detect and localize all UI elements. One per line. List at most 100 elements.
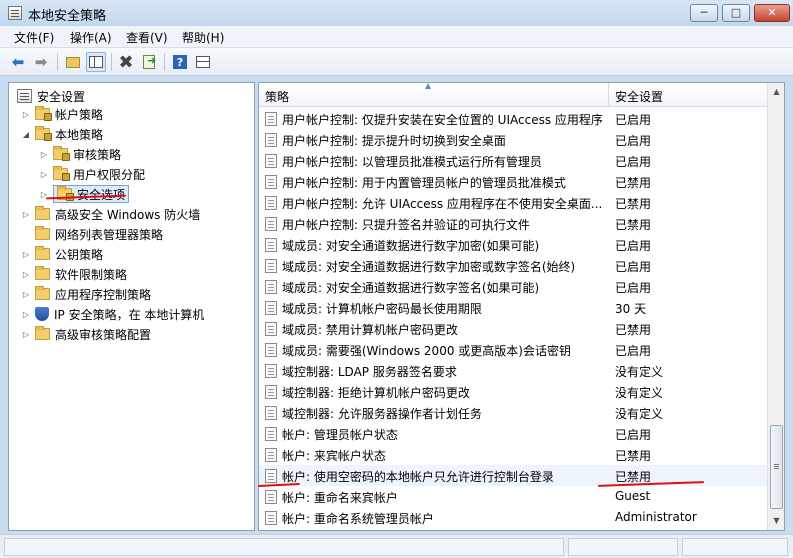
export-list-icon[interactable] xyxy=(139,52,159,72)
tree-item-label: 应用程序控制策略 xyxy=(55,287,152,302)
table-row[interactable]: 用户帐户控制: 以管理员批准模式运行所有管理员 已启用 xyxy=(259,150,767,171)
list-header: ▲ 策略 安全设置 xyxy=(259,81,767,107)
maximize-button[interactable]: □ xyxy=(722,4,750,22)
folder-icon xyxy=(35,206,50,220)
policy-name: 域成员: 计算机帐户密码最长使用期限 xyxy=(282,302,482,316)
menu-view[interactable]: 查看(V) xyxy=(126,29,168,46)
expand-arrow-icon[interactable]: ▷ xyxy=(21,270,31,279)
folder-icon xyxy=(35,246,50,260)
folder-icon xyxy=(35,326,50,340)
tree-item-user-rights[interactable]: ▷ 用户权限分配 xyxy=(39,164,145,184)
table-row[interactable]: 域控制器: 允许服务器操作者计划任务 没有定义 xyxy=(259,402,767,423)
table-row[interactable]: 用户帐户控制: 提示提升时切换到安全桌面 已启用 xyxy=(259,129,767,150)
show-hide-tree-icon[interactable] xyxy=(86,52,106,72)
column-header-setting[interactable]: 安全设置 xyxy=(615,88,663,105)
policy-icon xyxy=(265,427,277,441)
expand-arrow-icon[interactable]: ▷ xyxy=(39,170,49,179)
table-row[interactable]: 域控制器: 拒绝计算机帐户密码更改 没有定义 xyxy=(259,381,767,402)
table-row[interactable]: 域成员: 禁用计算机帐户密码更改 已禁用 xyxy=(259,318,767,339)
menu-file[interactable]: 文件(F) xyxy=(14,29,54,46)
tree-item-ip-security[interactable]: ▷ IP 安全策略，在 本地计算机 xyxy=(21,304,204,324)
table-row[interactable]: 用户帐户控制: 仅提升安装在安全位置的 UIAccess 应用程序 已启用 xyxy=(259,108,767,129)
collapse-arrow-icon[interactable]: ◢ xyxy=(21,130,31,139)
toolbar: ⬅ ➡ ✖ ? xyxy=(0,48,793,76)
up-folder-icon[interactable] xyxy=(63,52,83,72)
expand-arrow-icon[interactable]: ▷ xyxy=(21,330,31,339)
table-row[interactable]: 域成员: 需要强(Windows 2000 或更高版本)会话密钥 已启用 xyxy=(259,339,767,360)
expand-arrow-icon[interactable]: ▷ xyxy=(21,310,31,319)
table-row[interactable]: 域成员: 对安全通道数据进行数字加密(如果可能) 已启用 xyxy=(259,234,767,255)
tree-item-network-list[interactable]: 网络列表管理器策略 xyxy=(21,224,163,244)
folder-icon xyxy=(53,166,70,181)
policy-icon xyxy=(265,196,277,210)
menu-help[interactable]: 帮助(H) xyxy=(182,29,224,46)
shield-icon xyxy=(35,307,49,321)
forward-arrow-icon[interactable]: ➡ xyxy=(31,52,51,72)
table-row[interactable]: 用户帐户控制: 允许 UIAccess 应用程序在不使用安全桌面... 已禁用 xyxy=(259,192,767,213)
tree-item-app-control[interactable]: ▷ 应用程序控制策略 xyxy=(21,284,151,304)
expand-arrow-icon[interactable]: ▷ xyxy=(21,290,31,299)
tree-item-account-policies[interactable]: ▷ 帐户策略 xyxy=(21,104,103,124)
tree-item-firewall[interactable]: ▷ 高级安全 Windows 防火墙 xyxy=(21,204,200,224)
policy-icon xyxy=(265,490,277,504)
tree-item-label: 公钥策略 xyxy=(55,247,104,262)
table-row[interactable]: 域成员: 对安全通道数据进行数字签名(如果可能) 已启用 xyxy=(259,276,767,297)
tree-item-public-key[interactable]: ▷ 公钥策略 xyxy=(21,244,103,264)
title-bar[interactable]: 本地安全策略 ─ □ ✕ xyxy=(0,0,793,26)
table-row[interactable]: 域成员: 对安全通道数据进行数字加密或数字签名(始终) 已启用 xyxy=(259,255,767,276)
tree-item-label: IP 安全策略，在 本地计算机 xyxy=(54,307,205,322)
policy-name: 域控制器: 拒绝计算机帐户密码更改 xyxy=(282,386,470,400)
policy-icon xyxy=(265,469,277,483)
policy-icon xyxy=(265,133,277,147)
scroll-down-icon[interactable]: ▼ xyxy=(769,513,784,529)
table-row[interactable]: 域控制器: LDAP 服务器签名要求 没有定义 xyxy=(259,360,767,381)
tree-item-advanced-audit[interactable]: ▷ 高级审核策略配置 xyxy=(21,324,151,344)
back-arrow-icon[interactable]: ⬅ xyxy=(8,52,28,72)
scroll-thumb[interactable] xyxy=(770,425,783,509)
properties-pane-icon[interactable] xyxy=(193,52,213,72)
delete-icon[interactable]: ✖ xyxy=(116,52,136,73)
table-row[interactable]: 域成员: 计算机帐户密码最长使用期限 30 天 xyxy=(259,297,767,318)
policy-icon xyxy=(265,511,277,525)
minimize-button[interactable]: ─ xyxy=(690,4,718,22)
table-row[interactable]: 用户帐户控制: 只提升签名并验证的可执行文件 已禁用 xyxy=(259,213,767,234)
expand-arrow-icon[interactable]: ▷ xyxy=(39,150,49,159)
policy-name: 用户帐户控制: 仅提升安装在安全位置的 UIAccess 应用程序 xyxy=(282,113,603,127)
close-button[interactable]: ✕ xyxy=(754,4,790,22)
tree-item-software-restriction[interactable]: ▷ 软件限制策略 xyxy=(21,264,127,284)
policy-icon xyxy=(265,217,277,231)
app-icon[interactable] xyxy=(8,6,22,20)
policy-name: 帐户: 使用空密码的本地帐户只允许进行控制台登录 xyxy=(282,470,554,484)
scroll-up-icon[interactable]: ▲ xyxy=(769,84,784,100)
policy-setting: 已启用 xyxy=(615,260,652,274)
policy-list-pane[interactable]: ▲ 策略 安全设置 用户帐户控制: 仅提升安装在安全位置的 UIAccess 应… xyxy=(258,81,785,531)
vertical-scrollbar[interactable]: ▲ ▼ xyxy=(767,83,784,530)
policy-setting: 已禁用 xyxy=(615,323,652,337)
help-icon[interactable]: ? xyxy=(170,52,190,72)
tree-item-audit-policy[interactable]: ▷ 审核策略 xyxy=(39,144,121,164)
tree-item-security-settings[interactable]: 安全设置 xyxy=(17,86,85,106)
tree-item-label: 安全设置 xyxy=(37,89,86,104)
table-row[interactable]: 帐户: 重命名系统管理员帐户 Administrator xyxy=(259,507,767,528)
table-row[interactable]: 用户帐户控制: 用于内置管理员帐户的管理员批准模式 已禁用 xyxy=(259,171,767,192)
expand-arrow-icon[interactable]: ▷ xyxy=(21,210,31,219)
table-row[interactable]: 帐户: 管理员帐户状态 已启用 xyxy=(259,423,767,444)
security-settings-icon xyxy=(17,89,32,103)
policy-setting: 已启用 xyxy=(615,134,652,148)
column-header-policy[interactable]: 策略 xyxy=(265,88,289,105)
policy-name: 帐户: 来宾帐户状态 xyxy=(282,449,386,463)
tree-pane[interactable]: 安全设置 ▷ 帐户策略 ◢ 本地策略 ▷ 审核策略 ▷ 用户权限分配 ▷ 安全选… xyxy=(8,82,255,531)
expand-arrow-icon[interactable]: ▷ xyxy=(21,250,31,259)
folder-icon xyxy=(35,106,52,121)
tree-item-label: 本地策略 xyxy=(55,127,104,142)
policy-name: 域成员: 对安全通道数据进行数字加密(如果可能) xyxy=(282,239,540,253)
menu-action[interactable]: 操作(A) xyxy=(70,29,112,46)
expand-arrow-icon[interactable]: ▷ xyxy=(21,110,31,119)
policy-name: 域成员: 对安全通道数据进行数字加密或数字签名(始终) xyxy=(282,260,576,274)
status-cell-main xyxy=(4,538,564,556)
table-row[interactable]: 帐户: 来宾帐户状态 已禁用 xyxy=(259,444,767,465)
tree-item-local-policies[interactable]: ◢ 本地策略 xyxy=(21,124,103,144)
folder-icon xyxy=(35,226,50,240)
column-divider[interactable] xyxy=(608,83,609,107)
table-row[interactable]: 帐户: 重命名来宾帐户 Guest xyxy=(259,486,767,507)
